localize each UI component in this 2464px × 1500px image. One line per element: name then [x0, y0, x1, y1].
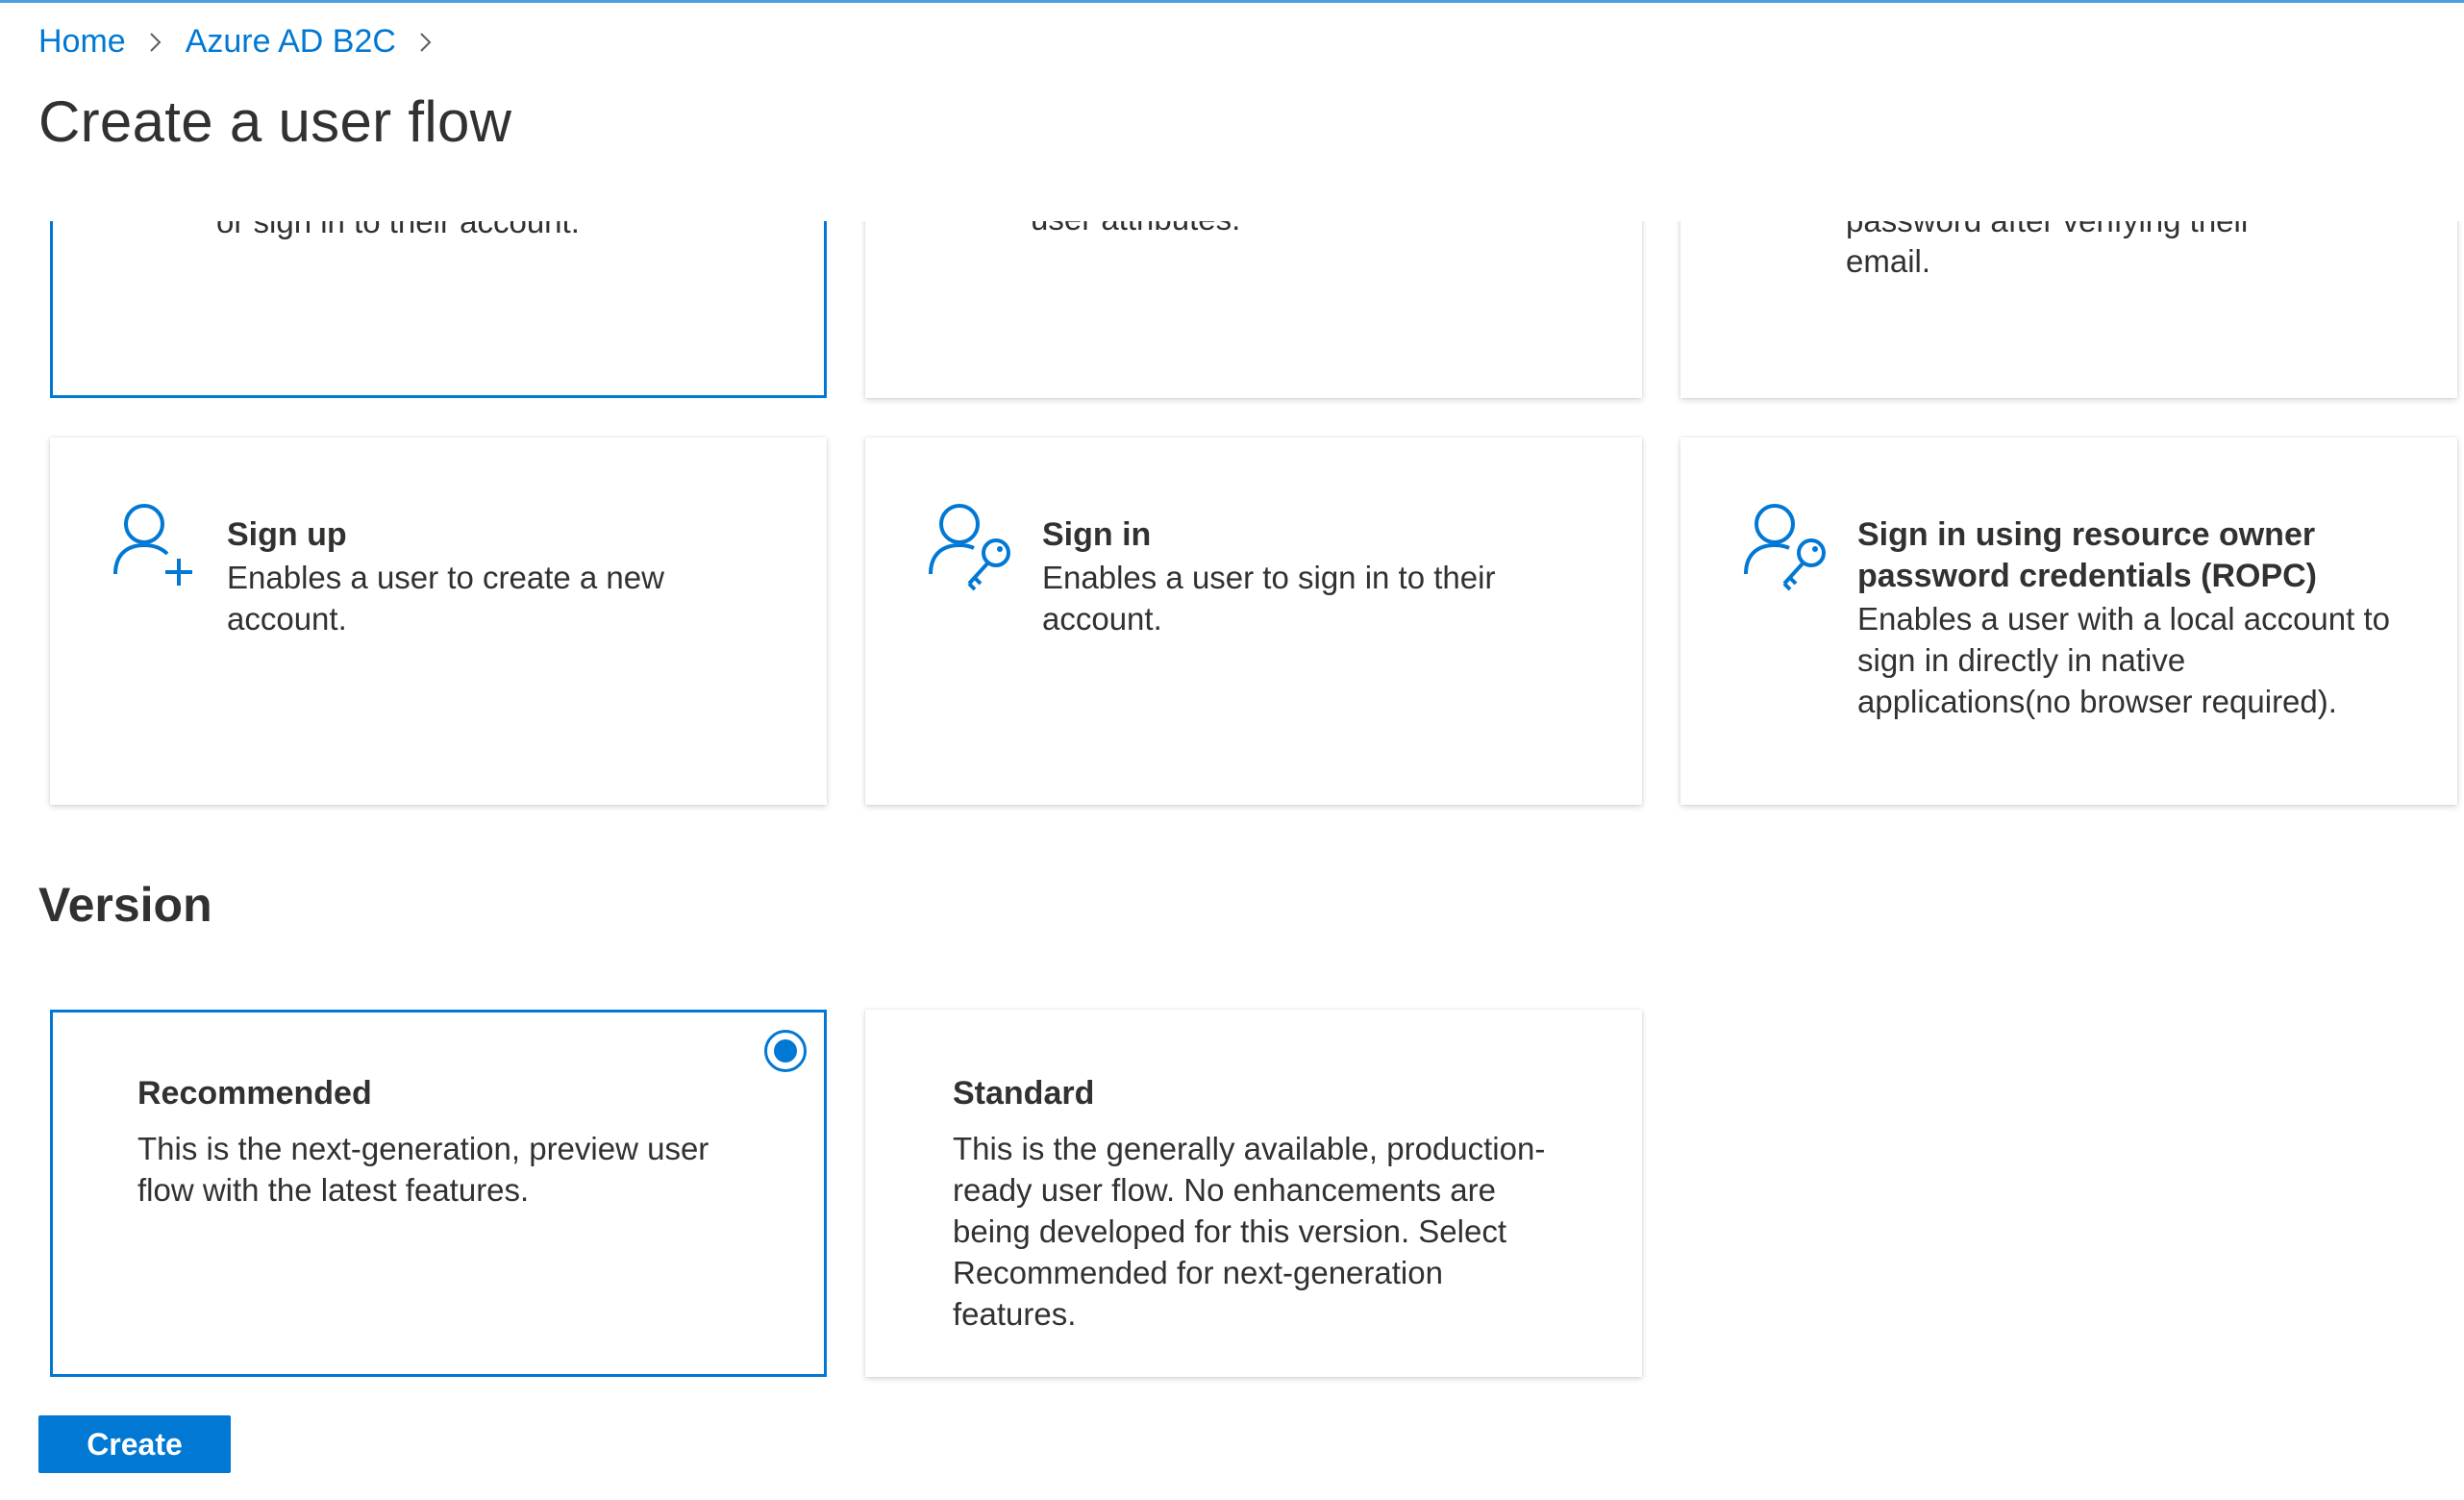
version-section-title: Version	[38, 878, 212, 932]
card-description: Enables a user to create a new account.	[227, 560, 664, 637]
chevron-right-icon	[149, 32, 162, 52]
card-description-fragment: user attributes.	[1031, 221, 1240, 239]
card-title: Sign up	[227, 516, 347, 553]
version-description: This is the generally available, product…	[953, 1131, 1546, 1332]
breadcrumb-tenant-link[interactable]: Azure AD B2C	[186, 23, 396, 61]
breadcrumb-home-link[interactable]: Home	[38, 23, 126, 61]
flow-card-partial-3[interactable]: password after verifying their email.	[1680, 221, 2457, 398]
user-key-icon	[1744, 504, 1826, 591]
flow-card-sign-in[interactable]: Sign in Enables a user to sign in to the…	[865, 438, 1642, 805]
flow-card-partial-1[interactable]: or sign in to their account.	[50, 221, 827, 398]
flow-card-sign-up[interactable]: Sign up Enables a user to create a new a…	[50, 438, 827, 805]
radio-button-selected[interactable]	[764, 1030, 807, 1072]
card-description-fragment: or sign in to their account.	[216, 221, 580, 239]
version-title: Recommended	[137, 1075, 372, 1112]
user-add-icon	[113, 504, 192, 586]
chevron-right-icon	[420, 32, 432, 52]
card-description: Enables a user with a local account to s…	[1857, 601, 2390, 719]
breadcrumb: Home Azure AD B2C	[38, 23, 436, 61]
card-description: Enables a user to sign in to their accou…	[1042, 560, 1496, 637]
card-description-fragment: password after verifying their	[1846, 221, 2252, 241]
top-accent-line	[0, 0, 2464, 3]
scrolled-card-row: or sign in to their account. user attrib…	[0, 221, 2464, 433]
create-button[interactable]: Create	[38, 1415, 231, 1473]
card-description-fragment: email.	[1846, 243, 1931, 279]
card-title: Sign in	[1042, 516, 1152, 553]
flow-card-partial-2[interactable]: user attributes.	[865, 221, 1642, 398]
radio-dot	[774, 1039, 797, 1062]
version-title: Standard	[953, 1075, 1095, 1112]
user-key-icon	[929, 504, 1010, 591]
flow-card-ropc[interactable]: Sign in using resource owner password cr…	[1680, 438, 2457, 805]
version-description: This is the next-generation, preview use…	[137, 1131, 709, 1208]
page-title: Create a user flow	[38, 89, 512, 154]
card-title: Sign in using resource owner password cr…	[1857, 516, 2318, 594]
